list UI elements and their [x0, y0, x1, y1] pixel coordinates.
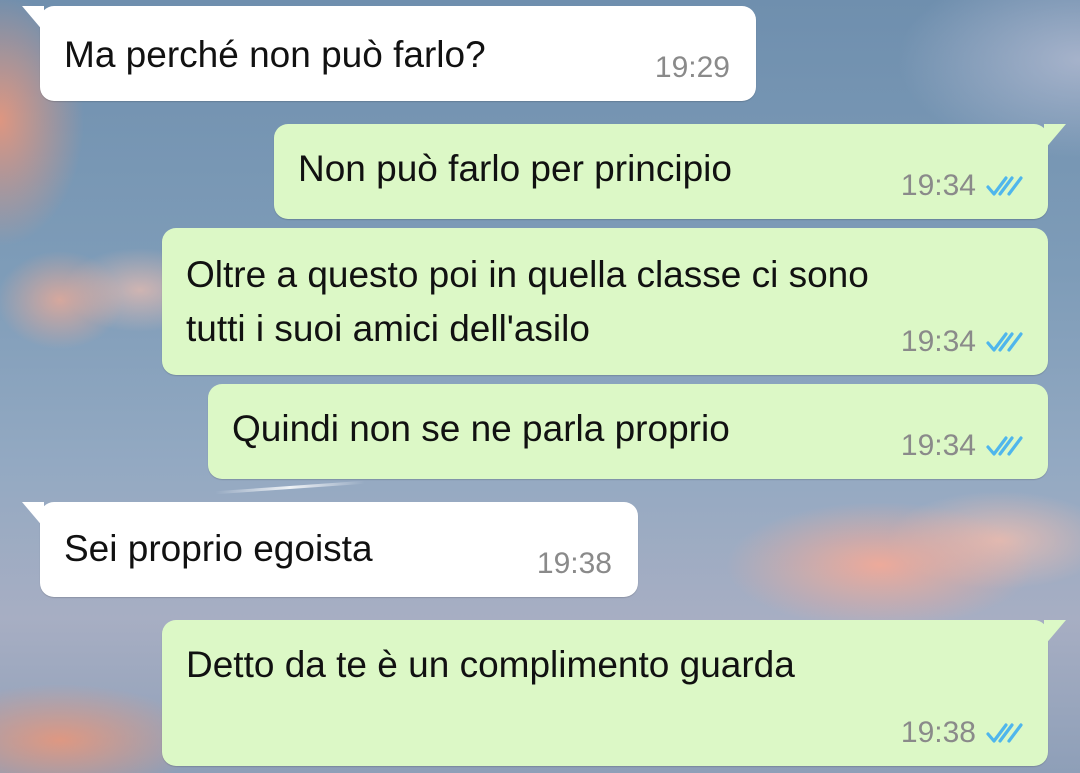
message-text: Oltre a questo poi in quella classe ci s…	[186, 254, 869, 349]
message-time: 19:34	[900, 429, 976, 462]
message-meta: 19:29	[655, 51, 730, 85]
message-meta: 19:34	[901, 429, 1024, 463]
double-check-read-icon	[986, 332, 1023, 352]
message-bubble-outgoing[interactable]: Oltre a questo poi in quella classe ci s…	[162, 228, 1048, 375]
message-text: Non può farlo per principio	[298, 148, 732, 189]
message-time: 19:34	[900, 325, 976, 358]
double-check-read-icon	[986, 176, 1023, 196]
message-meta: 19:34	[901, 325, 1024, 359]
message-bubble-outgoing[interactable]: Detto da te è un complimento guarda 19:3…	[162, 620, 1066, 766]
message-time: 19:38	[536, 547, 612, 580]
sky-streak	[215, 480, 365, 495]
message-meta: 19:38	[901, 716, 1024, 750]
message-text: Sei proprio egoista	[64, 528, 373, 569]
message-bubble-incoming[interactable]: Sei proprio egoista 19:38	[22, 502, 638, 597]
message-bubble-incoming[interactable]: Ma perché non può farlo? 19:29	[22, 6, 756, 101]
message-meta: 19:34	[901, 169, 1024, 203]
message-text: Detto da te è un complimento guarda	[186, 644, 795, 685]
message-bubble-outgoing[interactable]: Quindi non se ne parla proprio 19:34	[208, 384, 1048, 479]
message-time: 19:34	[900, 169, 976, 202]
double-check-read-icon	[986, 723, 1023, 743]
message-time: 19:29	[654, 51, 730, 84]
double-check-read-icon	[986, 436, 1023, 456]
message-text: Quindi non se ne parla proprio	[232, 408, 730, 449]
message-text: Ma perché non può farlo?	[64, 34, 486, 75]
message-time: 19:38	[900, 716, 976, 749]
message-bubble-outgoing[interactable]: Non può farlo per principio 19:34	[274, 124, 1066, 219]
message-meta: 19:38	[537, 547, 612, 581]
